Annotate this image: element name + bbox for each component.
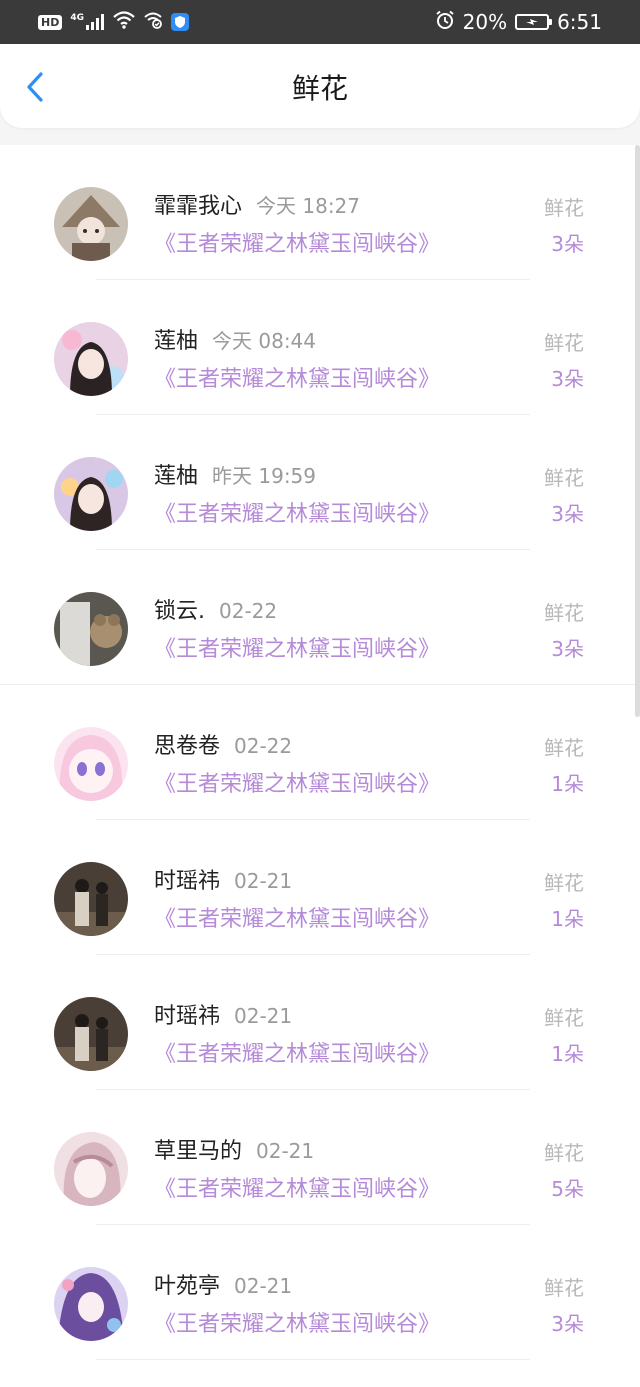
gift-row[interactable]: 思卷卷 02-22 《王者荣耀之林黛玉闯峡谷》 鲜花 1朵 [0,685,640,820]
gift-count: 3朵 [551,232,584,256]
send-time: 今天 18:27 [256,194,361,218]
sender-name: 思卷卷 02-22 [154,733,292,760]
signal-icon: 4G [70,14,105,30]
avatar[interactable] [54,727,128,801]
gift-row[interactable]: 草里马的 02-21 《王者荣耀之林黛玉闯峡谷》 鲜花 5朵 [0,1090,640,1225]
avatar[interactable] [54,862,128,936]
sender-name-text: 思卷卷 [154,734,221,759]
book-title[interactable]: 《王者荣耀之林黛玉闯峡谷》 [154,1311,440,1339]
header: 鲜花 [0,44,640,128]
sender-name: 时瑶祎 02-21 [154,868,292,895]
status-left: HD 4G [38,10,189,34]
sender-name-text: 莲柚 [154,464,199,489]
gift-type: 鲜花 [544,1276,584,1300]
sender-name-text: 时瑶祎 [154,1004,221,1029]
gift-type: 鲜花 [544,736,584,760]
gift-type: 鲜花 [544,1006,584,1030]
book-title[interactable]: 《王者荣耀之林黛玉闯峡谷》 [154,636,440,664]
sender-name-text: 叶苑亭 [154,1274,221,1299]
gift-list[interactable]: 霏霏我心 今天 18:27 《王者荣耀之林黛玉闯峡谷》 鲜花 3朵 莲柚 今天 08… [0,145,640,1387]
sender-name-text: 莲柚 [154,329,199,354]
sender-name: 锁云. 02-22 [154,598,277,625]
network-type: 4G [70,13,84,23]
book-title[interactable]: 《王者荣耀之林黛玉闯峡谷》 [154,366,440,394]
clock: 6:51 [557,10,602,34]
gift-row[interactable]: 时瑶祎 02-21 《王者荣耀之林黛玉闯峡谷》 鲜花 1朵 [0,820,640,955]
alarm-icon [435,10,455,35]
gift-row[interactable]: 莲柚 昨天 19:59 《王者荣耀之林黛玉闯峡谷》 鲜花 3朵 [0,415,640,550]
book-title[interactable]: 《王者荣耀之林黛玉闯峡谷》 [154,1176,440,1204]
send-time: 02-22 [219,599,278,623]
gift-type: 鲜花 [544,1141,584,1165]
gift-type: 鲜花 [544,601,584,625]
avatar[interactable] [54,592,128,666]
send-time: 02-21 [234,1274,293,1298]
gift-count: 3朵 [551,367,584,391]
status-right: 20% 6:51 [435,8,602,36]
gift-count: 1朵 [551,772,584,796]
send-time: 02-21 [256,1139,315,1163]
gift-count: 3朵 [551,502,584,526]
gift-row[interactable]: 锁云. 02-22 《王者荣耀之林黛玉闯峡谷》 鲜花 3朵 [0,550,640,685]
sender-name-text: 时瑶祎 [154,869,221,894]
wifi-icon [113,11,135,33]
book-title[interactable]: 《王者荣耀之林黛玉闯峡谷》 [154,501,440,529]
hotspot-icon [143,11,163,33]
send-time: 02-21 [234,869,293,893]
sender-name: 莲柚 昨天 19:59 [154,463,316,490]
shield-icon [171,13,189,31]
send-time: 02-21 [234,1004,293,1028]
avatar[interactable] [54,1132,128,1206]
avatar[interactable] [54,997,128,1071]
sender-name: 霏霏我心 今天 18:27 [154,193,360,220]
send-time: 02-22 [234,734,293,758]
gift-count: 3朵 [551,1312,584,1336]
gift-count: 1朵 [551,1042,584,1066]
book-title[interactable]: 《王者荣耀之林黛玉闯峡谷》 [154,771,440,799]
status-bar: HD 4G 20% 6:51 [0,0,640,44]
book-title[interactable]: 《王者荣耀之林黛玉闯峡谷》 [154,1041,440,1069]
sender-name-text: 草里马的 [154,1139,243,1164]
avatar[interactable] [54,1267,128,1341]
gift-type: 鲜花 [544,871,584,895]
gift-row[interactable]: 叶苑亭 02-21 《王者荣耀之林黛玉闯峡谷》 鲜花 3朵 [0,1225,640,1360]
gift-row[interactable]: 时瑶祎 02-21 《王者荣耀之林黛玉闯峡谷》 鲜花 1朵 [0,955,640,1090]
sender-name-text: 霏霏我心 [154,194,243,219]
gift-count: 1朵 [551,907,584,931]
avatar[interactable] [54,322,128,396]
gift-type: 鲜花 [544,466,584,490]
sender-name-text: 锁云. [154,599,205,624]
sender-name: 时瑶祎 02-21 [154,1003,292,1030]
gift-type: 鲜花 [544,331,584,355]
gift-row[interactable]: 莲柚 今天 08:44 《王者荣耀之林黛玉闯峡谷》 鲜花 3朵 [0,280,640,415]
book-title[interactable]: 《王者荣耀之林黛玉闯峡谷》 [154,231,440,259]
send-time: 昨天 19:59 [212,464,317,488]
battery-charging-icon [515,14,553,30]
gift-type: 鲜花 [544,196,584,220]
avatar[interactable] [54,457,128,531]
book-title[interactable]: 《王者荣耀之林黛玉闯峡谷》 [154,906,440,934]
scrollbar[interactable] [635,145,640,717]
avatar[interactable] [54,187,128,261]
battery-percent: 20% [462,10,508,34]
gift-row[interactable]: 霏霏我心 今天 18:27 《王者荣耀之林黛玉闯峡谷》 鲜花 3朵 [0,145,640,280]
gift-count: 5朵 [551,1177,584,1201]
divider [96,1359,530,1360]
gift-count: 3朵 [551,637,584,661]
sender-name: 草里马的 02-21 [154,1138,314,1165]
sender-name: 叶苑亭 02-21 [154,1273,292,1300]
hd-icon: HD [38,14,63,30]
sender-name: 莲柚 今天 08:44 [154,328,316,355]
page-title: 鲜花 [291,72,348,105]
send-time: 今天 08:44 [212,329,317,353]
